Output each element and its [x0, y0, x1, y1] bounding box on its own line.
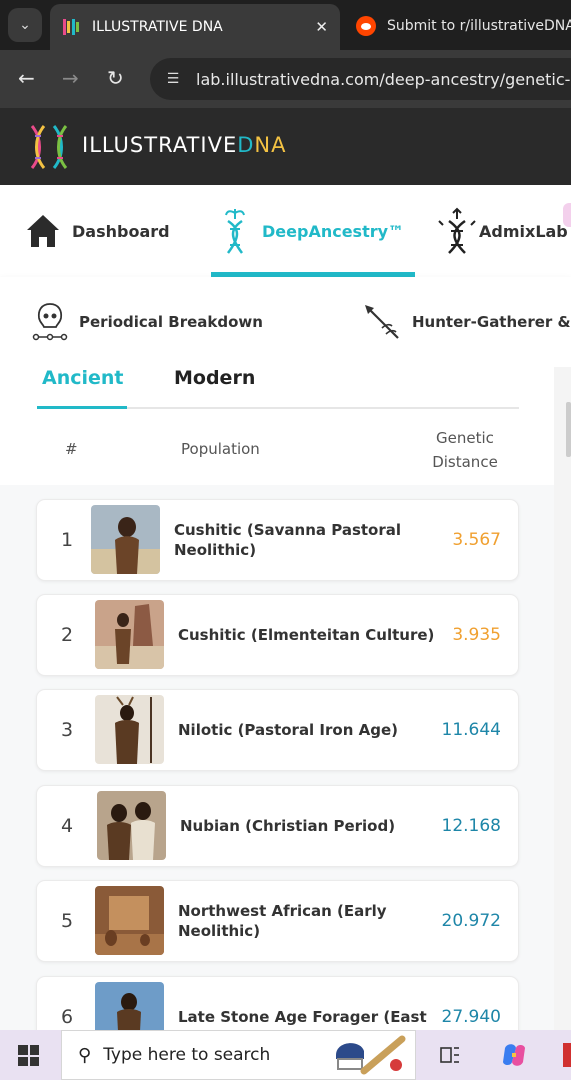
close-tab-icon[interactable]: ✕: [315, 18, 328, 36]
population-name: Nilotic (Pastoral Iron Age): [178, 721, 398, 739]
tab-illustrative-dna[interactable]: ILLUSTRATIVE DNA ✕: [50, 4, 340, 50]
start-pane: [29, 1056, 39, 1066]
tab-title: ILLUSTRATIVE DNA: [92, 19, 223, 35]
genetic-distance-value: 11.644: [441, 720, 501, 740]
sub-navigation: Periodical Breakdown Hunter-Gatherer &: [0, 277, 571, 367]
population-thumbnail: [95, 695, 164, 764]
genetic-distance-panel: Ancient Modern # Population Genetic Dist…: [0, 367, 571, 1030]
brand-main: ILLUSTRATIVE: [82, 133, 238, 157]
nav-item-admixlab[interactable]: AdmixLab: [437, 185, 568, 277]
header-line: Distance: [432, 453, 498, 471]
url-field[interactable]: ☰ lab.illustrativedna.com/deep-ancestry/…: [150, 58, 571, 100]
brand-d: D: [237, 133, 255, 157]
population-name: Northwest African (Early Neolithic): [178, 902, 387, 940]
tab-search-button[interactable]: ⌄: [8, 8, 42, 42]
active-tab-underline: [37, 406, 127, 409]
header-line: Genetic: [436, 429, 494, 447]
task-view-icon[interactable]: [440, 1045, 460, 1065]
tab-ancient[interactable]: Ancient: [42, 367, 124, 389]
pinned-app-icon[interactable]: [563, 1043, 571, 1067]
spear-icon: [365, 305, 399, 339]
dna-leaf-icon: [225, 209, 245, 254]
population-thumbnail: [95, 886, 164, 955]
table-row[interactable]: 3 Nilotic (Pastoral Iron Age) 11.644: [36, 689, 519, 771]
genetic-distance-value: 3.935: [452, 625, 501, 645]
row-rank: 3: [60, 719, 74, 741]
forward-arrow-icon[interactable]: →: [62, 66, 79, 90]
sub-nav-label: Hunter-Gatherer &: [412, 313, 571, 331]
population-name: Cushitic (Elmenteitan Culture): [178, 626, 435, 644]
nav-label: DeepAncestry™: [262, 221, 405, 241]
population-thumbnail: [95, 600, 164, 669]
row-rank: 2: [60, 624, 74, 646]
population-name: Late Stone Age Forager (East: [178, 1008, 427, 1026]
tab-title: Submit to r/illustrativeDNA: [387, 18, 571, 34]
illustrative-dna-favicon-icon: [62, 18, 80, 36]
row-rank: 5: [60, 910, 74, 932]
windows-taskbar: ⚲ Type here to search: [0, 1030, 571, 1080]
nav-item-deepancestry[interactable]: DeepAncestry™: [218, 185, 404, 277]
browser-tab-bar: ⌄ ILLUSTRATIVE DNA ✕ Submit to r/illustr…: [0, 0, 571, 50]
column-header-genetic-distance[interactable]: Genetic Distance: [418, 426, 512, 474]
search-icon: ⚲: [78, 1044, 92, 1066]
copilot-icon[interactable]: [499, 1040, 529, 1070]
table-row[interactable]: 2 Cushitic (Elmenteitan Culture) 3.935: [36, 594, 519, 676]
population-thumbnail: [97, 791, 166, 860]
sub-nav-label: Periodical Breakdown: [79, 313, 263, 331]
table-row[interactable]: 6 Late Stone Age Forager (East 27.940: [36, 976, 519, 1030]
genetic-distance-value: 3.567: [452, 530, 501, 550]
site-header: ILLUSTRATIVEDNA: [0, 108, 571, 185]
house-icon: [27, 215, 59, 247]
table-row[interactable]: 4 Nubian (Christian Period) 12.168: [36, 785, 519, 867]
reddit-favicon-icon: [356, 16, 376, 36]
row-rank: 1: [60, 529, 74, 551]
nav-label: Dashboard: [72, 221, 170, 241]
dna-network-icon: [438, 207, 476, 254]
nav-item-dashboard[interactable]: Dashboard: [24, 185, 170, 277]
start-pane: [18, 1056, 28, 1066]
column-header-population: Population: [181, 440, 260, 458]
population-name: Cushitic (Savanna Pastoral Neolithic): [174, 521, 402, 559]
genetic-distance-value: 20.972: [441, 911, 501, 931]
population-name: Nubian (Christian Period): [180, 817, 396, 835]
era-tabs: Ancient Modern: [37, 367, 519, 409]
row-rank: 6: [60, 1006, 74, 1028]
start-pane: [18, 1045, 28, 1055]
next-nav-item-edge[interactable]: [563, 203, 571, 227]
search-placeholder: Type here to search: [103, 1045, 271, 1065]
tab-reddit-submit[interactable]: Submit to r/illustrativeDNA: [356, 4, 571, 48]
skull-timeline-icon: [32, 303, 68, 341]
population-thumbnail: [91, 505, 160, 574]
windows-start-icon[interactable]: [18, 1045, 39, 1066]
row-rank: 4: [60, 815, 74, 837]
url-text: lab.illustrativedna.com/deep-ancestry/ge…: [196, 69, 571, 89]
main-navigation: Dashboard DeepAncestry™ AdmixLab: [0, 185, 571, 277]
genetic-distance-value: 12.168: [441, 816, 501, 836]
back-arrow-icon[interactable]: ←: [18, 66, 35, 90]
column-header-rank: #: [65, 440, 78, 458]
sub-item-periodical-breakdown[interactable]: Periodical Breakdown: [31, 277, 263, 367]
table-row[interactable]: 5 Northwest African (Early Neolithic) 20…: [36, 880, 519, 962]
illustrative-dna-logo-icon[interactable]: [24, 122, 76, 172]
start-pane: [29, 1045, 39, 1055]
genetic-distance-value: 27.940: [441, 1007, 501, 1027]
address-bar: ← → ↻ ☰ lab.illustrativedna.com/deep-anc…: [0, 50, 571, 108]
sub-item-hunter-gatherer[interactable]: Hunter-Gatherer &: [362, 277, 571, 367]
site-settings-icon[interactable]: ☰: [162, 68, 184, 90]
population-thumbnail: [95, 982, 164, 1030]
brand-wordmark: ILLUSTRATIVEDNA: [82, 133, 286, 157]
cricket-search-highlight-icon[interactable]: [330, 1033, 410, 1077]
tab-modern[interactable]: Modern: [174, 367, 255, 389]
brand-na: NA: [254, 133, 287, 157]
scrollbar-thumb[interactable]: [566, 402, 571, 457]
table-row[interactable]: 1 Cushitic (Savanna Pastoral Neolithic) …: [36, 499, 519, 581]
nav-label: AdmixLab: [479, 221, 568, 241]
scrollbar-track[interactable]: [554, 367, 571, 1030]
reload-icon[interactable]: ↻: [107, 66, 124, 90]
